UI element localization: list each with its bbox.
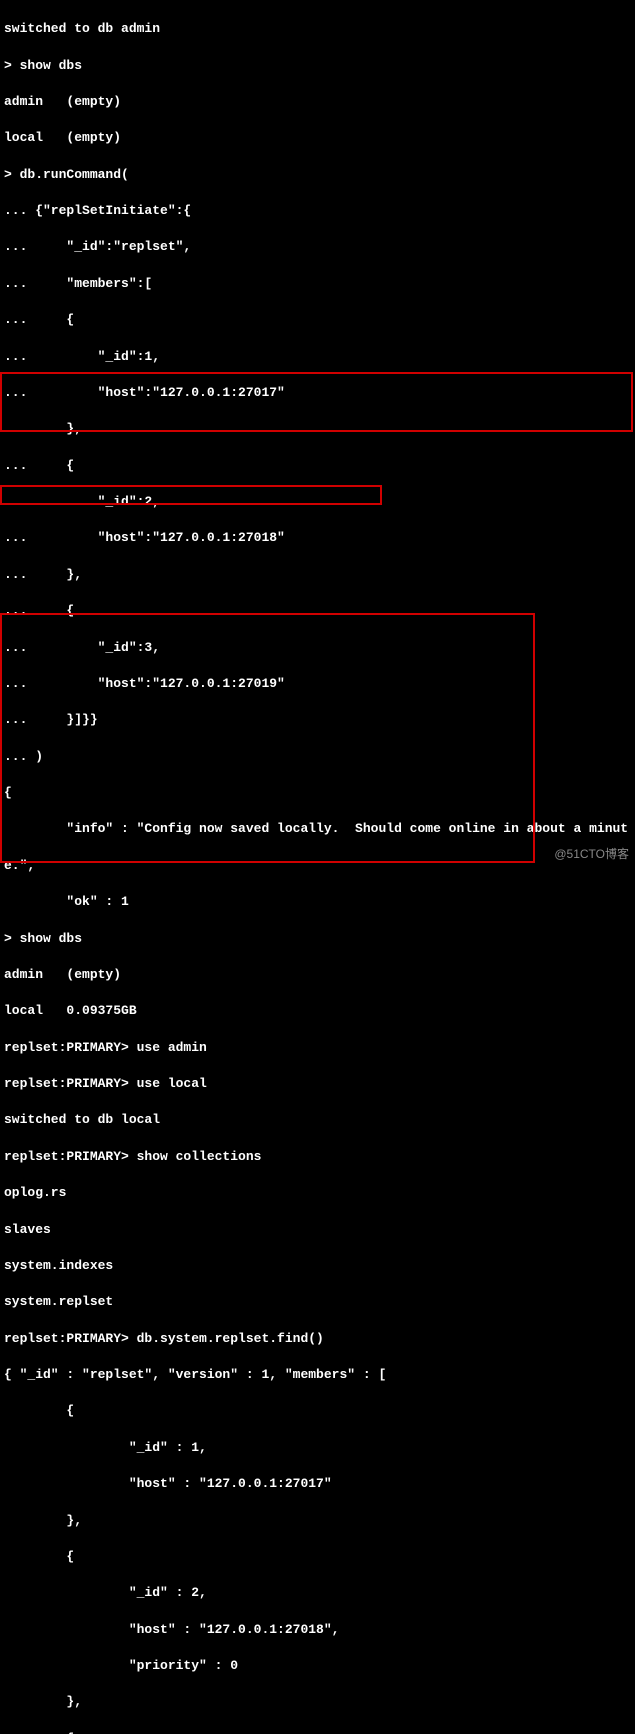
terminal-line: > show dbs: [4, 930, 631, 948]
watermark-text: @51CTO博客: [554, 846, 629, 863]
terminal-line: oplog.rs: [4, 1184, 631, 1202]
terminal-line: {: [4, 1730, 631, 1734]
terminal-line: ... "host":"127.0.0.1:27019": [4, 675, 631, 693]
terminal-line: ... "_id":"replset",: [4, 238, 631, 256]
terminal-output[interactable]: switched to db admin > show dbs admin (e…: [0, 0, 635, 1734]
terminal-line: replset:PRIMARY> show collections: [4, 1148, 631, 1166]
terminal-line: > show dbs: [4, 57, 631, 75]
terminal-line: ... {"replSetInitiate":{: [4, 202, 631, 220]
terminal-line: ... {: [4, 457, 631, 475]
terminal-line: local 0.09375GB: [4, 1002, 631, 1020]
terminal-line: ... "_id":2,: [4, 493, 631, 511]
terminal-line: ... "_id":1,: [4, 348, 631, 366]
terminal-line: > db.runCommand(: [4, 166, 631, 184]
terminal-line: ... {: [4, 311, 631, 329]
terminal-line: { "_id" : "replset", "version" : 1, "mem…: [4, 1366, 631, 1384]
terminal-line: admin (empty): [4, 93, 631, 111]
terminal-line: ... }]}}: [4, 711, 631, 729]
terminal-line: },: [4, 1512, 631, 1530]
terminal-line: "priority" : 0: [4, 1657, 631, 1675]
terminal-line: switched to db local: [4, 1111, 631, 1129]
terminal-line: "ok" : 1: [4, 893, 631, 911]
terminal-line: replset:PRIMARY> use admin: [4, 1039, 631, 1057]
terminal-line: "_id" : 1,: [4, 1439, 631, 1457]
terminal-line: ... ): [4, 748, 631, 766]
terminal-line: ... },: [4, 420, 631, 438]
terminal-line: "info" : "Config now saved locally. Shou…: [4, 820, 631, 838]
terminal-line: replset:PRIMARY> use local: [4, 1075, 631, 1093]
terminal-line: "host" : "127.0.0.1:27018",: [4, 1621, 631, 1639]
terminal-line: "_id" : 2,: [4, 1584, 631, 1602]
terminal-line: {: [4, 784, 631, 802]
terminal-line: {: [4, 1402, 631, 1420]
terminal-line: replset:PRIMARY> db.system.replset.find(…: [4, 1330, 631, 1348]
terminal-line: switched to db admin: [4, 20, 631, 38]
terminal-line: admin (empty): [4, 966, 631, 984]
terminal-line: {: [4, 1548, 631, 1566]
terminal-line: ... "_id":3,: [4, 639, 631, 657]
terminal-line: ... "host":"127.0.0.1:27018": [4, 529, 631, 547]
terminal-line: ... "host":"127.0.0.1:27017": [4, 384, 631, 402]
terminal-line: system.indexes: [4, 1257, 631, 1275]
terminal-line: ... {: [4, 602, 631, 620]
terminal-line: slaves: [4, 1221, 631, 1239]
terminal-line: local (empty): [4, 129, 631, 147]
terminal-line: ... "members":[: [4, 275, 631, 293]
terminal-line: system.replset: [4, 1293, 631, 1311]
terminal-line: },: [4, 1693, 631, 1711]
terminal-line: ... },: [4, 566, 631, 584]
terminal-line: "host" : "127.0.0.1:27017": [4, 1475, 631, 1493]
terminal-line: e.",: [4, 857, 631, 875]
